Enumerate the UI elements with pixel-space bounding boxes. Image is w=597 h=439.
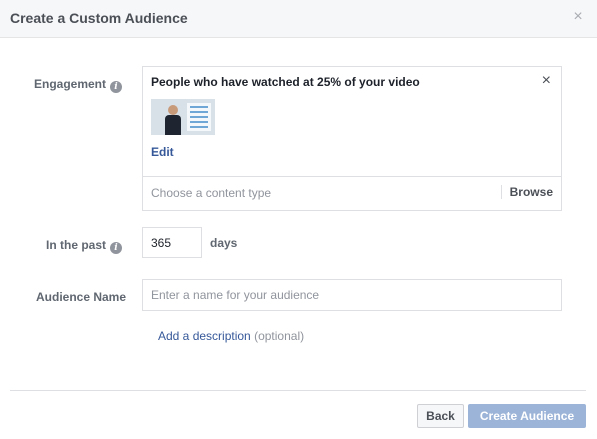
days-unit-label: days <box>210 236 238 250</box>
video-thumbnail <box>151 99 215 135</box>
person-figure <box>165 105 181 135</box>
content-type-input[interactable]: Choose a content type <box>151 186 271 200</box>
info-icon[interactable]: i <box>110 242 123 254</box>
divider <box>143 176 561 177</box>
engagement-selector: People who have watched at 25% of your v… <box>142 66 562 211</box>
remove-icon[interactable]: × <box>542 73 551 89</box>
create-custom-audience-dialog: Create a Custom Audience × Engagement i P… <box>0 0 597 439</box>
create-audience-button[interactable]: Create Audience <box>468 404 586 428</box>
in-the-past-label-row: In the past i <box>46 238 123 254</box>
engagement-label-row: Engagement i <box>34 77 123 93</box>
in-the-past-label: In the past <box>46 238 107 252</box>
selected-engagement-title: People who have watched at 25% of your v… <box>151 75 420 89</box>
description-row: Add a description (optional) <box>158 329 304 343</box>
dialog-header: Create a Custom Audience × <box>0 0 597 38</box>
edit-link[interactable]: Edit <box>151 145 174 159</box>
audience-name-label: Audience Name <box>36 290 127 304</box>
engagement-label: Engagement <box>34 77 107 91</box>
audience-name-input[interactable] <box>142 279 562 311</box>
video-board <box>187 103 211 131</box>
add-description-link[interactable]: Add a description <box>158 329 251 343</box>
browse-button[interactable]: Browse <box>510 185 553 199</box>
dialog-title: Create a Custom Audience <box>10 10 188 26</box>
optional-label: (optional) <box>254 329 305 343</box>
back-button[interactable]: Back <box>417 404 464 428</box>
days-input[interactable] <box>142 227 202 258</box>
close-icon[interactable]: × <box>571 9 585 25</box>
footer-divider <box>10 390 586 391</box>
info-icon[interactable]: i <box>110 81 123 93</box>
browse-separator <box>501 185 502 199</box>
